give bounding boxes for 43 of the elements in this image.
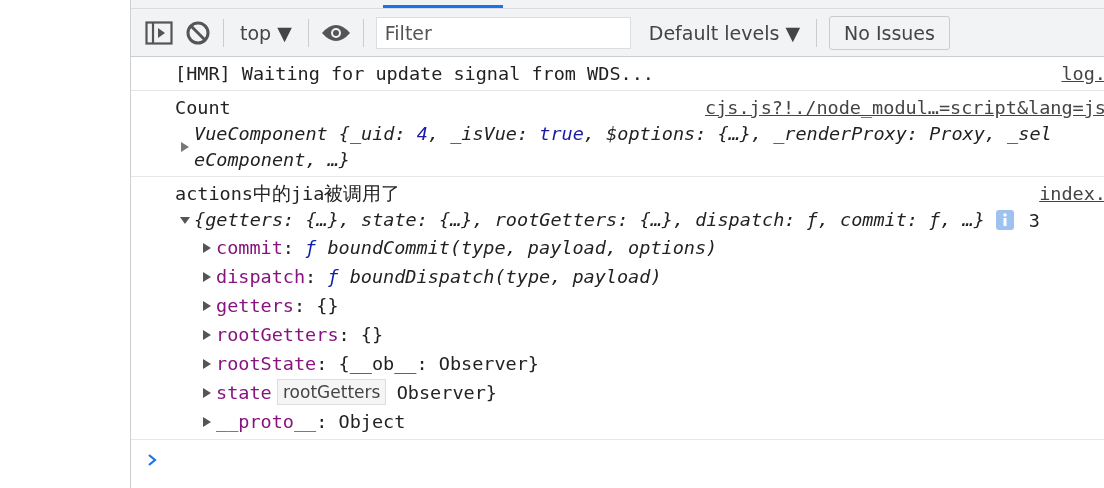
property-value: : {} [338,324,384,345]
tooltip: rootGetters [277,379,387,405]
property-value: : {} [293,295,339,316]
property-value: : ƒ boundCommit(type, payload, options) [282,237,718,258]
collapsed-arrow-icon[interactable] [179,141,191,153]
collapsed-arrow-icon[interactable] [201,415,213,428]
property-key[interactable]: state [216,382,272,403]
context-dropdown[interactable]: top ▼ [236,21,296,44]
property-key[interactable]: dispatch [216,266,306,287]
property-value: : Object [316,411,406,432]
source-link[interactable]: index. [1039,183,1104,204]
property-key[interactable]: commit [216,237,283,258]
levels-dropdown[interactable]: Default levels ▼ [644,21,804,44]
property-value: Observer} [396,382,497,403]
collapsed-arrow-icon[interactable] [201,357,213,370]
log-message: [HMR] Waiting for update signal from WDS... [175,63,654,84]
info-icon [995,210,1014,230]
log-message: Count [175,97,231,118]
collapsed-arrow-icon[interactable] [201,241,213,254]
clear-console-icon[interactable] [185,19,211,46]
collapsed-arrow-icon[interactable] [201,299,213,312]
eye-icon[interactable] [320,22,351,43]
expanded-arrow-icon[interactable] [179,214,191,226]
collapsed-arrow-icon[interactable] [201,270,213,283]
property-key[interactable]: rootGetters [216,324,339,345]
object-preview[interactable]: {getters: {…}, state: {…}, rootGetters: {…}, dispatch: ƒ, commit: ƒ, …} [194,207,985,233]
source-link[interactable]: cjs.js?!./node_modul…=script&lang=js [705,97,1104,118]
source-link[interactable]: log. [1061,63,1104,84]
sidebar-toggle-icon[interactable] [145,20,173,45]
repeat-count: 3 [1028,209,1040,231]
property-key[interactable]: getters [216,295,294,316]
prompt-chevron-icon[interactable] [147,453,157,467]
property-value: : {__ob__: Observer} [316,353,539,374]
filter-field[interactable]: Filter [375,16,631,49]
collapsed-arrow-icon[interactable] [201,386,213,399]
property-value: : ƒ boundDispatch(type, payload) [305,266,662,287]
object-preview[interactable]: VueComponent {_uid: 4, _isVue: true, $options: {…}, _renderProxy: Proxy, _sel [194,121,1052,147]
object-preview[interactable]: eComponent, …} [194,147,1052,173]
log-message: actions中的jia被调用了 [175,182,401,206]
issues-button[interactable]: No Issues [829,15,950,50]
property-key[interactable]: __proto__ [216,411,317,432]
property-key[interactable]: rootState [216,353,317,374]
collapsed-arrow-icon[interactable] [201,328,213,341]
